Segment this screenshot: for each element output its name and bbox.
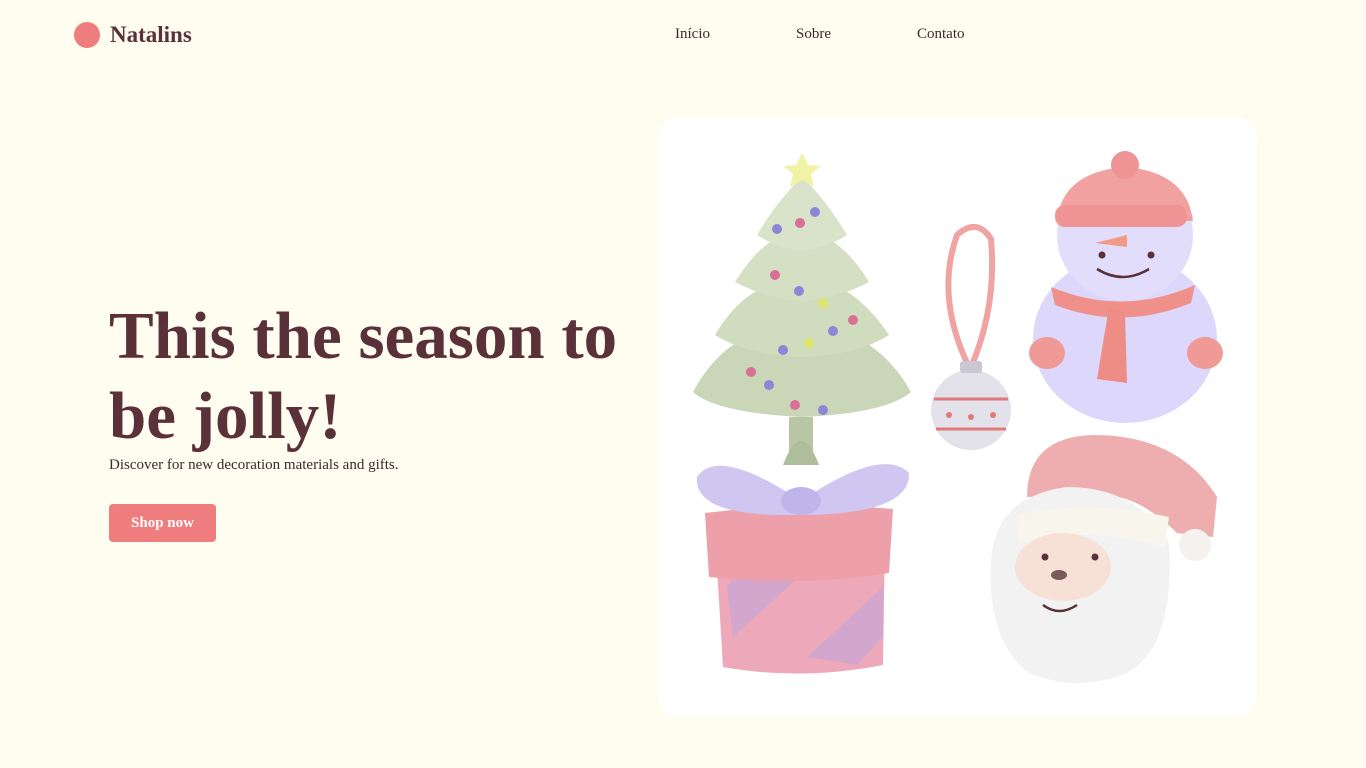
nav-link-contato[interactable]: Contato — [917, 26, 965, 43]
hero-illustration-card — [657, 117, 1257, 717]
site-header: Natalins Início Sobre Contato — [0, 0, 1366, 70]
nav-link-inicio[interactable]: Início — [675, 26, 796, 43]
santa-icon — [990, 435, 1217, 683]
shop-now-button[interactable]: Shop now — [109, 504, 216, 542]
logo[interactable]: Natalins — [74, 22, 192, 48]
logo-dot-icon — [74, 22, 100, 48]
christmas-tree-icon — [693, 153, 911, 465]
christmas-illustration — [693, 151, 1223, 683]
brand-name: Natalins — [110, 22, 192, 47]
hero-title: This the season to be jolly! — [109, 299, 618, 453]
gift-box-icon — [696, 464, 910, 674]
hero-subtitle: Discover for new decoration materials an… — [109, 457, 399, 473]
snowman-icon — [1029, 151, 1223, 423]
main-nav: Início Sobre Contato — [675, 26, 965, 43]
nav-link-sobre[interactable]: Sobre — [796, 26, 917, 43]
ornament-icon — [931, 224, 1011, 450]
